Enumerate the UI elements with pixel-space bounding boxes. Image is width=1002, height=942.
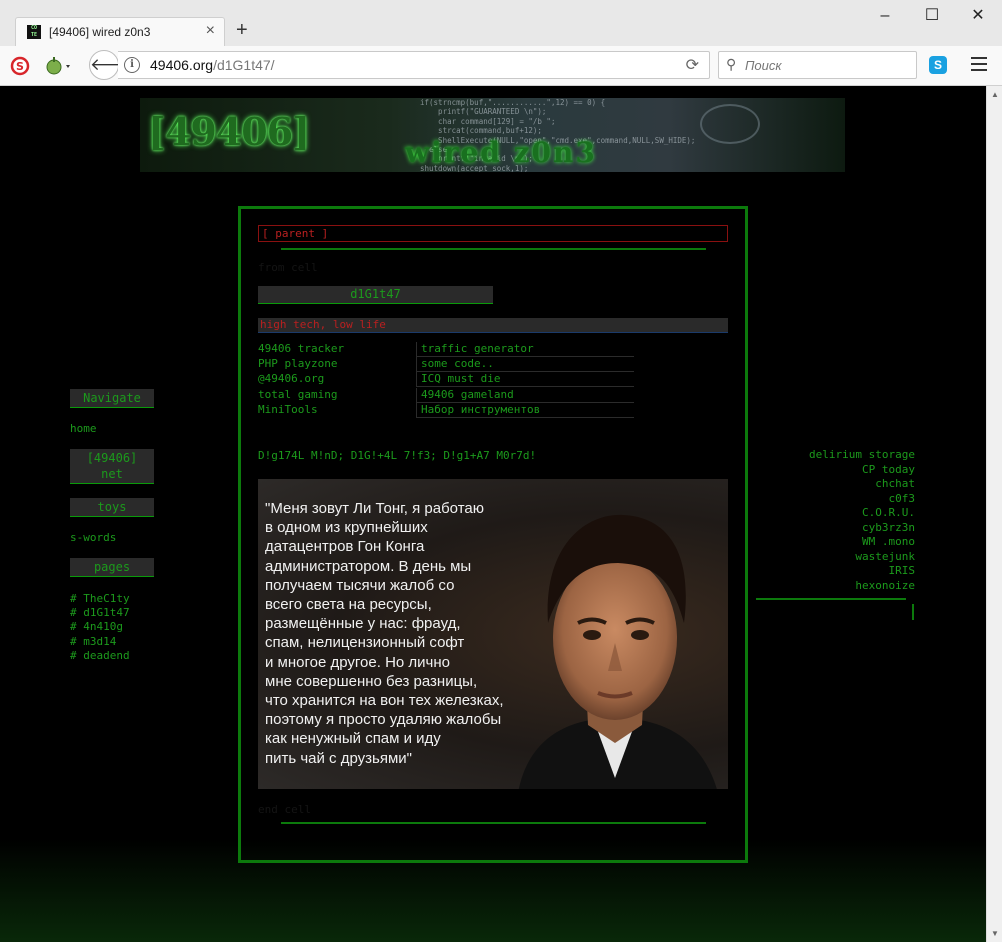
- page-link-analog[interactable]: # 4n410g: [70, 620, 123, 633]
- back-button[interactable]: 🡐: [89, 50, 136, 80]
- parent-link[interactable]: [ parent ]: [258, 225, 728, 242]
- link-total-gaming[interactable]: total gaming: [258, 388, 416, 401]
- url-path: /d1G1t47/: [213, 57, 275, 73]
- page-link-media[interactable]: # m3d14: [70, 635, 116, 648]
- swords-link[interactable]: s-words: [70, 531, 116, 544]
- link-chchat[interactable]: chchat: [755, 477, 915, 492]
- svg-text:S: S: [16, 60, 24, 73]
- page-link-deadend[interactable]: # deadend: [70, 649, 130, 662]
- home-link[interactable]: home: [70, 422, 97, 435]
- link-coru[interactable]: C.O.R.U.: [755, 506, 915, 521]
- link-php-playzone[interactable]: PHP playzone: [258, 357, 416, 370]
- maximize-window-icon[interactable]: ☐: [920, 6, 944, 26]
- banner-subtitle: wired z0n3: [405, 136, 597, 169]
- link-cyb3rz3n[interactable]: cyb3rz3n: [755, 521, 915, 536]
- new-tab-icon[interactable]: +: [236, 19, 248, 42]
- page-viewport: if(strncmp(buf,"............",12) == 0) …: [0, 86, 986, 942]
- link-tracker[interactable]: 49406 tracker: [258, 342, 416, 355]
- tab-title: [49406] wired z0n3: [49, 25, 151, 39]
- motto-text: high tech, low life: [258, 318, 728, 333]
- meme-image: "Меня зовут Ли Тонг, я работаю в одном и…: [258, 479, 728, 789]
- url-host: 49406.org: [150, 57, 214, 73]
- info-icon[interactable]: i: [124, 57, 140, 73]
- link-toolkit[interactable]: Набор инструментов: [416, 403, 634, 418]
- net-heading-line2: net: [101, 467, 123, 481]
- link-traffic-generator[interactable]: traffic generator: [416, 342, 634, 357]
- close-tab-icon[interactable]: ×: [206, 22, 215, 40]
- page-link-thecity[interactable]: # TheC1ty: [70, 592, 130, 605]
- page-link-digital[interactable]: # d1G1t47: [70, 606, 130, 619]
- skype-icon[interactable]: S: [929, 56, 947, 74]
- reload-icon[interactable]: ⟳: [686, 55, 699, 75]
- link-delirium-storage[interactable]: delirium storage: [755, 448, 915, 463]
- url-text: 49406.org/d1G1t47/: [150, 57, 275, 73]
- browser-tab[interactable]: CO TE [49406] wired z0n3 ×: [15, 17, 225, 46]
- page-title: d1G1t47: [258, 286, 493, 304]
- banner-eye-graphic: [700, 104, 760, 144]
- search-icon: ⚲: [726, 56, 737, 72]
- link-hexonoize[interactable]: hexonoize: [755, 579, 915, 594]
- meme-quote: "Меня зовут Ли Тонг, я работаю в одном и…: [265, 500, 504, 767]
- address-bar[interactable]: i 49406.org/d1G1t47/ ⟳: [118, 51, 710, 79]
- net-heading-line1: [49406]: [86, 451, 138, 465]
- link-cp-today[interactable]: CP today: [755, 463, 915, 478]
- site-banner[interactable]: if(strncmp(buf,"............",12) == 0) …: [140, 98, 845, 172]
- pages-heading: pages: [70, 558, 154, 577]
- link-wastejunk[interactable]: wastejunk: [755, 550, 915, 565]
- link-wm-mono[interactable]: WM .mono: [755, 535, 915, 550]
- search-placeholder: Поиск: [745, 58, 782, 73]
- hamburger-menu-icon[interactable]: [971, 57, 987, 71]
- net-heading[interactable]: [49406] net: [70, 449, 154, 484]
- right-divider-tick: [912, 604, 914, 620]
- onion-icon[interactable]: [44, 55, 76, 77]
- leet-text: D!g174L M!nD; D1G!+4L 7!f3; D!g1+A7 M0r7…: [258, 449, 537, 462]
- minimize-window-icon[interactable]: –: [873, 6, 897, 26]
- link-iris[interactable]: IRIS: [755, 564, 916, 579]
- link-minitools[interactable]: MiniTools: [258, 403, 416, 416]
- link-icq-must-die[interactable]: ICQ must die: [416, 372, 634, 387]
- dim-top-text: from cell: [258, 261, 318, 274]
- link-some-code[interactable]: some code..: [416, 357, 634, 372]
- browser-navbar: S 🡐 i 49406.org/d1G1t47/ ⟳ ⚲ Поиск S: [0, 46, 1002, 86]
- toys-heading: toys: [70, 498, 154, 517]
- link-cof3[interactable]: c0f3: [755, 492, 916, 507]
- navigate-heading: Navigate: [70, 389, 154, 408]
- right-divider: [756, 598, 906, 600]
- banner-logo: [49406]: [148, 109, 310, 154]
- content-box: [ parent ] from cell d1G1t47 high tech, …: [238, 206, 748, 863]
- right-links-list: delirium storage CP today chchat c0f3 C.…: [755, 448, 915, 593]
- adblock-icon[interactable]: S: [9, 55, 31, 77]
- scroll-up-icon[interactable]: ▲: [991, 90, 999, 99]
- divider-top: [281, 248, 706, 250]
- scroll-down-icon[interactable]: ▼: [991, 929, 999, 938]
- portrait-photo: [518, 514, 717, 789]
- link-at-49406[interactable]: @49406.org: [258, 372, 416, 385]
- search-bar[interactable]: ⚲ Поиск: [718, 51, 917, 79]
- browser-titlebar: CO TE [49406] wired z0n3 × + – ☐ ✕: [0, 0, 1002, 46]
- site-favicon-icon: CO TE: [27, 25, 41, 39]
- link-gameland[interactable]: 49406 gameland: [416, 388, 634, 403]
- vertical-scrollbar[interactable]: ▲ ▼: [986, 86, 1002, 942]
- close-window-icon[interactable]: ✕: [966, 6, 990, 26]
- divider-bottom: [281, 822, 706, 824]
- dim-bottom-text: end cell: [258, 803, 311, 816]
